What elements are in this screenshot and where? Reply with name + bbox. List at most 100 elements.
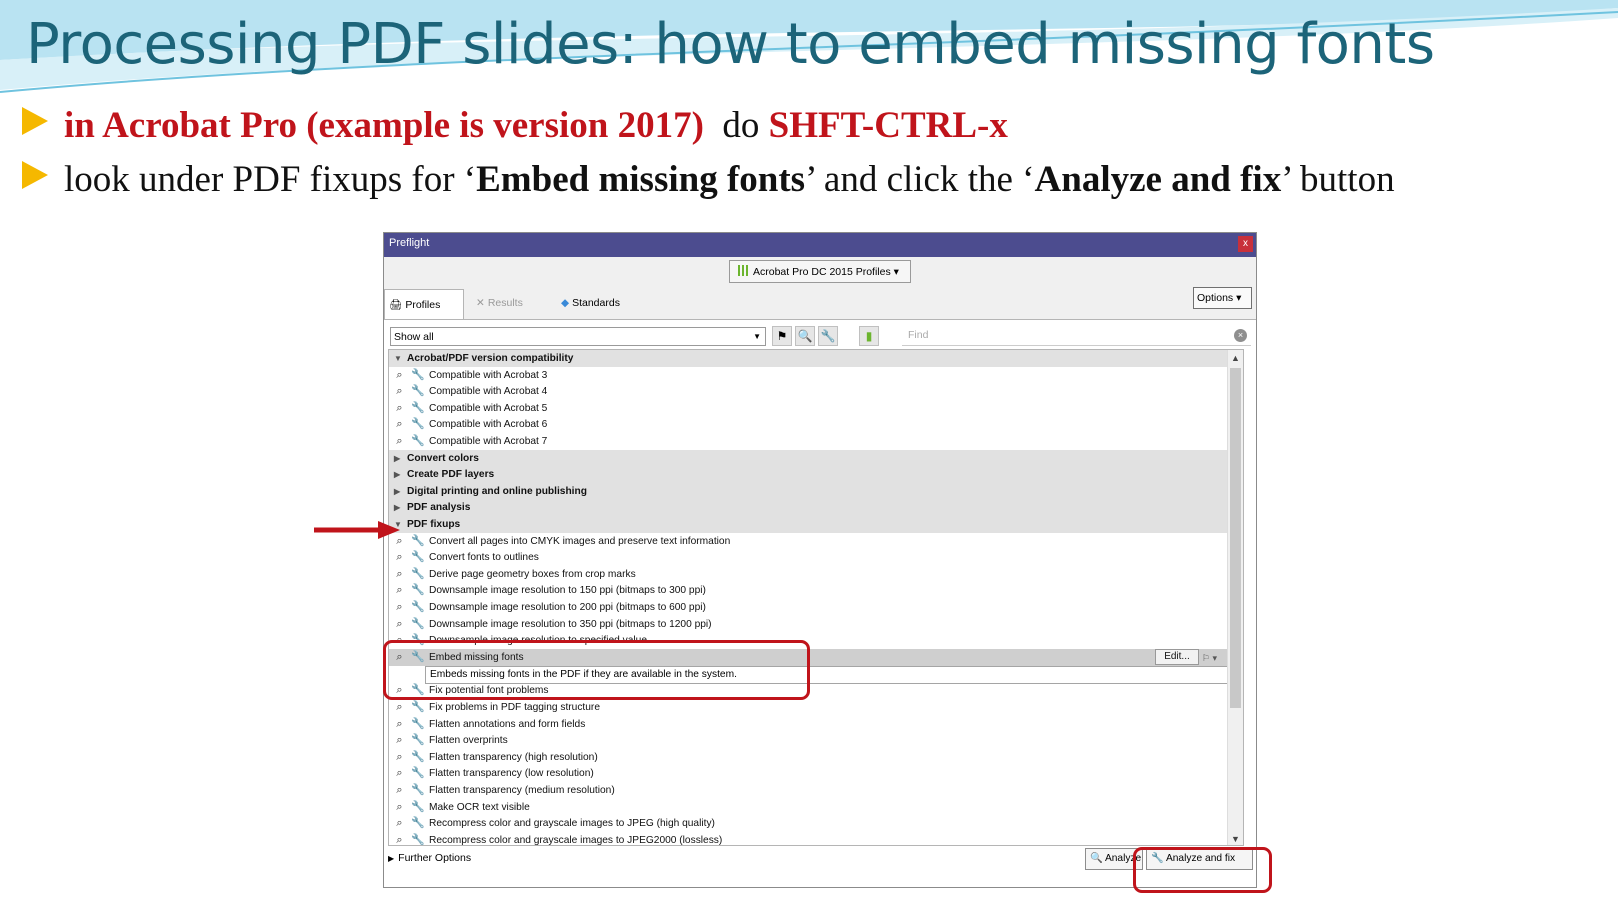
profile-item[interactable]: ⌕ 🔧 Flatten transparency (medium resolutio…	[389, 782, 1243, 799]
options-button[interactable]: Options ▾	[1193, 287, 1252, 309]
wrench-icon[interactable]: 🔧	[411, 767, 425, 780]
magnifier-icon[interactable]: ⌕	[393, 385, 406, 398]
profile-item[interactable]: ⌕ 🔧 Compatible with Acrobat 3	[389, 367, 1243, 384]
magnifier-icon[interactable]: ⌕	[393, 734, 406, 747]
wrench-icon[interactable]: 🔧	[411, 568, 425, 581]
expand-triangle-icon[interactable]: ▶	[394, 466, 400, 483]
magnifier-icon[interactable]: ⌕	[393, 817, 406, 830]
magnifier-icon[interactable]: ⌕	[393, 767, 406, 780]
profile-item-label: Compatible with Acrobat 3	[429, 369, 548, 381]
category-fixups[interactable]: ▼ PDF fixups	[389, 516, 1243, 533]
profile-item[interactable]: ⌕ 🔧 Compatible with Acrobat 4	[389, 383, 1243, 400]
list-scrollbar[interactable]: ▲ ▼	[1227, 350, 1243, 845]
wrench-icon[interactable]: 🔧	[411, 435, 425, 448]
profile-item[interactable]: ⌕ 🔧 Recompress color and grayscale images …	[389, 815, 1243, 832]
magnifier-icon[interactable]: ⌕	[393, 568, 406, 581]
profile-item[interactable]: ⌕ 🔧 Fix problems in PDF tagging structure	[389, 699, 1243, 716]
magnifier-icon[interactable]: ⌕	[393, 435, 406, 448]
bullet-2-analyze: Analyze and fix	[1034, 159, 1282, 200]
magnifier-icon[interactable]: ⌕	[393, 718, 406, 731]
find-input[interactable]: Find ×	[902, 326, 1251, 346]
profile-item-label: Derive page geometry boxes from crop mar…	[429, 568, 636, 580]
magnifier-icon[interactable]: ⌕	[393, 751, 406, 764]
magnifier-icon[interactable]: ⌕	[393, 801, 406, 814]
category-colors[interactable]: ▶ Convert colors	[389, 449, 1243, 467]
wrench-icon[interactable]: 🔧	[411, 618, 425, 631]
profile-item[interactable]: ⌕ 🔧 Downsample image resolution to 350 ppi…	[389, 616, 1243, 633]
tab-profiles[interactable]: 🖨 Profiles	[384, 289, 464, 319]
profile-item[interactable]: ⌕ 🔧 Downsample image resolution to 200 ppi…	[389, 599, 1243, 616]
wrench-icon[interactable]: 🔧	[411, 718, 425, 731]
category-layers[interactable]: ▶ Create PDF layers	[389, 466, 1243, 484]
flag-filter-button[interactable]: ⚑	[772, 326, 792, 346]
wrench-icon[interactable]: 🔧	[411, 402, 425, 415]
scroll-up-icon[interactable]: ▲	[1231, 353, 1240, 363]
further-options[interactable]: ▶ Further Options	[388, 852, 471, 864]
filter-dropdown[interactable]: Show all ▼	[390, 327, 766, 346]
bullet-triangle-icon	[22, 107, 48, 135]
category-compat[interactable]: ▼ Acrobat/PDF version compatibility	[389, 350, 1243, 367]
magnifier-icon[interactable]: ⌕	[393, 551, 406, 564]
category-digital[interactable]: ▶ Digital printing and online publishing	[389, 482, 1243, 500]
standards-diamond-icon: ◆	[561, 297, 570, 309]
profile-item-label: Downsample image resolution to 200 ppi (…	[429, 602, 706, 613]
profile-item[interactable]: ⌕ 🔧 Recompress color and grayscale images …	[389, 832, 1243, 845]
profile-item[interactable]: ⌕ 🔧 Downsample image resolution to 150 ppi…	[389, 582, 1243, 599]
profile-item[interactable]: ⌕ 🔧 Compatible with Acrobat 7	[389, 433, 1243, 450]
wrench-icon[interactable]: 🔧	[411, 385, 425, 398]
magnifier-icon[interactable]: ⌕	[393, 784, 406, 797]
scroll-down-icon[interactable]: ▼	[1231, 834, 1240, 844]
wrench-icon[interactable]: 🔧	[411, 601, 425, 614]
analyze-filter-button[interactable]: 🔍	[795, 326, 815, 346]
wrench-icon[interactable]: 🔧	[411, 701, 425, 714]
magnifier-icon[interactable]: ⌕	[393, 402, 406, 415]
wrench-icon[interactable]: 🔧	[411, 817, 425, 830]
profile-item[interactable]: ⌕ 🔧 Flatten annotations and form fields	[389, 716, 1243, 733]
profile-item[interactable]: ⌕ 🔧 Compatible with Acrobat 6	[389, 416, 1243, 433]
edit-button[interactable]: Edit...	[1155, 648, 1199, 665]
category-label: Acrobat/PDF version compatibility	[407, 353, 574, 364]
clear-icon[interactable]: ×	[1234, 329, 1247, 342]
expand-triangle-icon[interactable]: ▶	[394, 483, 400, 500]
profile-item[interactable]: ⌕ 🔧 Compatible with Acrobat 5	[389, 400, 1243, 417]
chart-bars-icon: ▮	[865, 329, 873, 343]
expand-triangle-icon[interactable]: ▶	[394, 499, 400, 516]
profile-item[interactable]: ⌕ 🔧 Flatten transparency (low resolution)	[389, 765, 1243, 782]
profile-item[interactable]: ⌕ 🔧 Flatten overprints	[389, 732, 1243, 749]
magnifier-icon[interactable]: ⌕	[393, 418, 406, 431]
magnifier-icon[interactable]: ⌕	[393, 369, 406, 382]
wrench-icon[interactable]: 🔧	[411, 369, 425, 382]
profile-item[interactable]: ⌕ 🔧 Flatten transparency (high resolution)	[389, 749, 1243, 766]
wrench-icon[interactable]: 🔧	[411, 784, 425, 797]
expand-triangle-icon[interactable]: ▶	[394, 450, 400, 467]
tab-standards[interactable]: ◆ Standards	[557, 289, 647, 319]
wrench-icon[interactable]: 🔧	[411, 734, 425, 747]
close-button[interactable]: x	[1238, 236, 1253, 252]
chevron-down-icon: ▼	[753, 332, 761, 341]
magnifier-icon[interactable]: ⌕	[393, 701, 406, 714]
magnifier-icon[interactable]: ⌕	[393, 601, 406, 614]
scroll-thumb[interactable]	[1230, 368, 1241, 708]
wrench-icon[interactable]: 🔧	[411, 584, 425, 597]
collapse-triangle-icon[interactable]: ▼	[394, 350, 402, 367]
wrench-icon[interactable]: 🔧	[411, 418, 425, 431]
profile-item[interactable]: ⌕ 🔧 Convert all pages into CMYK images and…	[389, 533, 1243, 550]
wrench-icon[interactable]: 🔧	[411, 551, 425, 564]
flag-menu-icon[interactable]: ⚐ ▾	[1202, 650, 1217, 667]
tab-results[interactable]: ✕ Results	[472, 289, 552, 319]
magnifier-icon[interactable]: ⌕	[393, 584, 406, 597]
magnifier-icon[interactable]: ⌕	[393, 834, 406, 845]
profile-item[interactable]: ⌕ 🔧 Make OCR text visible	[389, 799, 1243, 816]
wrench-icon[interactable]: 🔧	[411, 834, 425, 845]
fixup-filter-button[interactable]: 🔧	[818, 326, 838, 346]
wrench-icon[interactable]: 🔧	[411, 535, 425, 548]
profile-set-dropdown[interactable]: Acrobat Pro DC 2015 Profiles ▾	[729, 260, 911, 283]
wrench-icon[interactable]: 🔧	[411, 801, 425, 814]
profile-item[interactable]: ⌕ 🔧 Derive page geometry boxes from crop m…	[389, 566, 1243, 583]
category-analysis[interactable]: ▶ PDF analysis	[389, 499, 1243, 517]
wrench-icon[interactable]: 🔧	[411, 751, 425, 764]
bullet-2-text-c: ’ button	[1281, 159, 1395, 200]
chart-filter-button[interactable]: ▮	[859, 326, 879, 346]
profile-item[interactable]: ⌕ 🔧 Convert fonts to outlines	[389, 549, 1243, 566]
magnifier-icon[interactable]: ⌕	[393, 618, 406, 631]
